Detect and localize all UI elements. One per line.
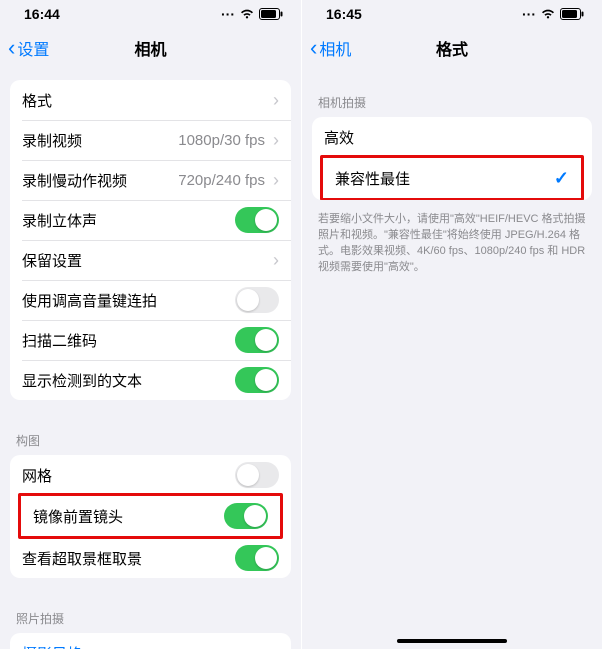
phone-camera-settings: 16:44 ··· ‹ 设置 相机 格式 › 录制视频 1080p/30 fps… (0, 0, 301, 649)
content: 格式 › 录制视频 1080p/30 fps › 录制慢动作视频 720p/24… (0, 68, 301, 649)
switch-grid[interactable] (235, 462, 279, 488)
nav-bar: ‹ 相机 格式 (302, 28, 602, 68)
chevron-right-icon: › (273, 131, 279, 149)
back-label: 相机 (319, 36, 351, 60)
nav-bar: ‹ 设置 相机 (0, 28, 301, 68)
row-detail: 720p/240 fps (178, 172, 265, 189)
section-header-photo-capture: 照片拍摄 (0, 596, 301, 633)
row-label: 兼容性最佳 (335, 168, 554, 189)
row-record-video[interactable]: 录制视频 1080p/30 fps › (10, 120, 291, 160)
row-label: 录制立体声 (22, 210, 235, 231)
row-mirror-front[interactable]: 镜像前置镜头 (21, 496, 280, 536)
row-label: 扫描二维码 (22, 330, 235, 351)
row-label: 网格 (22, 465, 235, 486)
row-label: 显示检测到的文本 (22, 370, 235, 391)
back-button[interactable]: ‹ 相机 (310, 36, 351, 60)
chevron-left-icon: ‹ (8, 37, 15, 59)
home-indicator[interactable] (397, 639, 507, 643)
group-main: 格式 › 录制视频 1080p/30 fps › 录制慢动作视频 720p/24… (10, 80, 291, 400)
status-right: ··· (522, 6, 584, 22)
row-record-slomo[interactable]: 录制慢动作视频 720p/240 fps › (10, 160, 291, 200)
row-label: 查看超取景框取景 (22, 548, 235, 569)
row-stereo[interactable]: 录制立体声 (10, 200, 291, 240)
group-format: 高效 兼容性最佳 ✓ (312, 117, 592, 200)
row-photo-styles[interactable]: 摄影风格 (10, 633, 291, 649)
row-label: 录制视频 (22, 130, 178, 151)
row-label: 保留设置 (22, 250, 269, 271)
chevron-left-icon: ‹ (310, 37, 317, 59)
switch-mirror-front[interactable] (224, 503, 268, 529)
row-preserve[interactable]: 保留设置 › (10, 240, 291, 280)
battery-icon (259, 8, 283, 20)
row-label: 录制慢动作视频 (22, 170, 178, 191)
status-dots: ··· (522, 6, 536, 22)
status-time: 16:44 (24, 6, 60, 22)
row-scan-qr[interactable]: 扫描二维码 (10, 320, 291, 360)
row-most-compatible[interactable]: 兼容性最佳 ✓ (323, 158, 581, 198)
status-dots: ··· (221, 6, 235, 22)
highlight-mirror-front: 镜像前置镜头 (18, 493, 283, 539)
switch-detect-text[interactable] (235, 367, 279, 393)
phone-format-settings: 16:45 ··· ‹ 相机 格式 相机拍摄 高效 兼容性最佳 ✓ 若要缩小文 (301, 0, 602, 649)
back-button[interactable]: ‹ 设置 (8, 36, 49, 60)
row-format[interactable]: 格式 › (10, 80, 291, 120)
chevron-right-icon: › (273, 251, 279, 269)
row-detect-text[interactable]: 显示检测到的文本 (10, 360, 291, 400)
row-volume-burst[interactable]: 使用调高音量键连拍 (10, 280, 291, 320)
row-label: 镜像前置镜头 (33, 506, 224, 527)
checkmark-icon: ✓ (554, 168, 569, 189)
chevron-right-icon: › (273, 91, 279, 109)
row-detail: 1080p/30 fps (178, 132, 265, 149)
status-right: ··· (221, 6, 283, 22)
section-header-composition: 构图 (0, 418, 301, 455)
switch-stereo[interactable] (235, 207, 279, 233)
back-label: 设置 (17, 36, 49, 60)
wifi-icon (239, 8, 255, 20)
row-label: 摄影风格 (22, 643, 279, 649)
row-label: 高效 (324, 127, 580, 148)
battery-icon (560, 8, 584, 20)
content: 相机拍摄 高效 兼容性最佳 ✓ 若要缩小文件大小，请使用"高效"HEIF/HEV… (302, 68, 602, 649)
group-photo-capture: 摄影风格 (10, 633, 291, 649)
switch-volume-burst[interactable] (235, 287, 279, 313)
switch-outside-frame[interactable] (235, 545, 279, 571)
section-footer-format: 若要缩小文件大小，请使用"高效"HEIF/HEVC 格式拍摄照片和视频。"兼容性… (302, 206, 602, 276)
row-label: 使用调高音量键连拍 (22, 290, 235, 311)
wifi-icon (540, 8, 556, 20)
chevron-right-icon: › (273, 171, 279, 189)
status-bar: 16:44 ··· (0, 0, 301, 28)
highlight-most-compatible: 兼容性最佳 ✓ (320, 155, 584, 200)
row-outside-frame[interactable]: 查看超取景框取景 (10, 538, 291, 578)
group-composition: 网格 镜像前置镜头 查看超取景框取景 (10, 455, 291, 578)
status-time: 16:45 (326, 6, 362, 22)
row-label: 格式 (22, 90, 269, 111)
row-grid[interactable]: 网格 (10, 455, 291, 495)
section-header-capture: 相机拍摄 (302, 80, 602, 117)
status-bar: 16:45 ··· (302, 0, 602, 28)
switch-scan-qr[interactable] (235, 327, 279, 353)
row-high-efficiency[interactable]: 高效 (312, 117, 592, 157)
